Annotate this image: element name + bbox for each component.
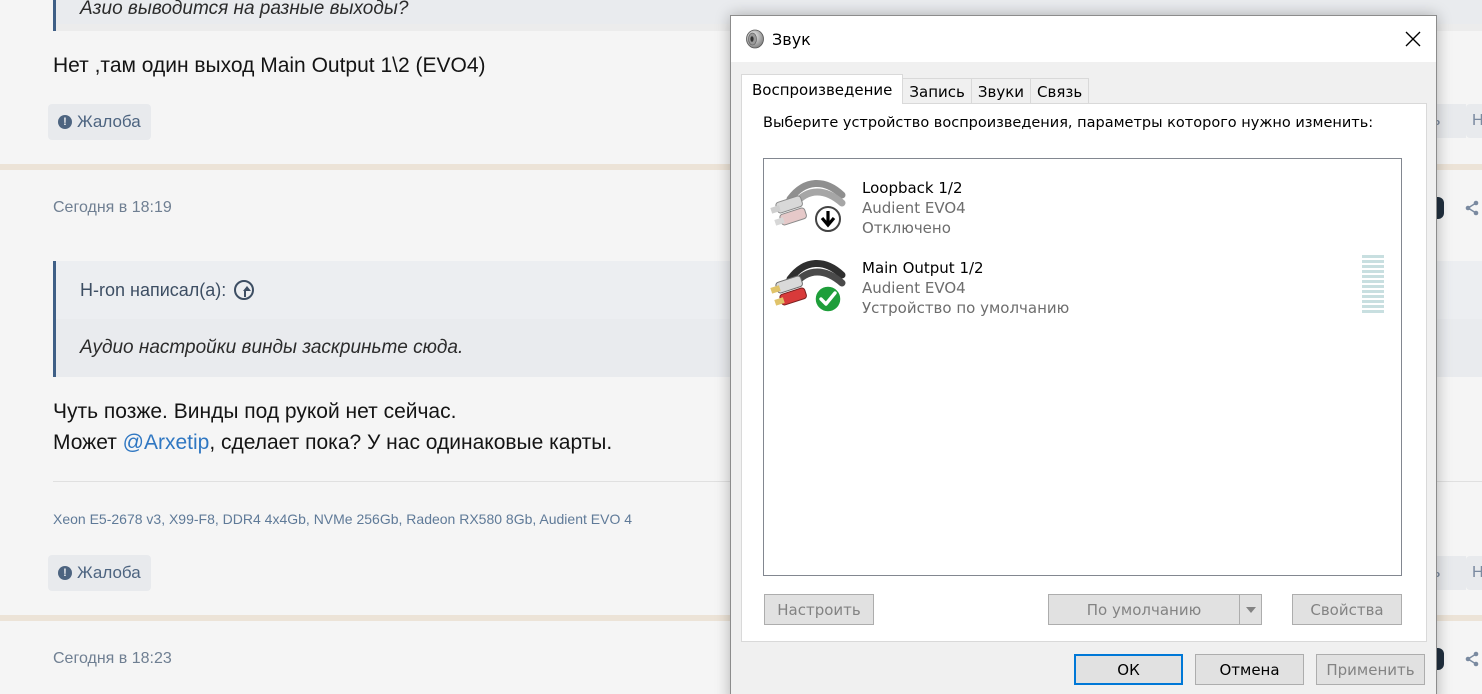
rca-cable-disabled-icon <box>770 180 846 232</box>
close-icon <box>1405 31 1421 47</box>
speaker-icon <box>746 29 764 49</box>
share-icon[interactable] <box>1464 200 1480 216</box>
tab-playback[interactable]: Воспроизведение <box>741 74 904 104</box>
panel-prompt: Выберите устройство воспроизведения, пар… <box>763 115 1374 131</box>
ok-button[interactable]: ОК <box>1074 654 1183 685</box>
warning-icon: ! <box>58 115 72 129</box>
right-action-button-2[interactable]: Н <box>1466 556 1482 590</box>
report-button[interactable]: ! Жалоба <box>48 555 151 591</box>
volume-level-meter <box>1362 255 1384 313</box>
warning-icon: ! <box>58 566 72 580</box>
close-button[interactable] <box>1390 16 1436 62</box>
properties-button[interactable]: Свойства <box>1292 594 1402 625</box>
configure-button[interactable]: Настроить <box>764 594 874 625</box>
post-date[interactable]: Сегодня в 18:23 <box>53 650 172 668</box>
dialog-tabs: Воспроизведение Запись Звуки Связь <box>741 74 1090 104</box>
device-name: Loopback 1/2 <box>862 179 963 197</box>
device-status: Устройство по умолчанию <box>862 299 1070 317</box>
device-status: Отключено <box>862 219 951 237</box>
signature: Xeon E5-2678 v3, X99-F8, DDR4 4x4Gb, NVM… <box>53 511 633 527</box>
cancel-button[interactable]: Отмена <box>1195 654 1304 685</box>
right-action-button-2[interactable]: Н <box>1466 104 1482 138</box>
post-message: Чуть позже. Винды под рукой нет сейчас. … <box>53 400 613 454</box>
tab-recording[interactable]: Запись <box>902 78 972 104</box>
tab-sounds[interactable]: Звуки <box>970 78 1032 104</box>
rca-cable-default-icon <box>770 260 846 313</box>
set-default-button[interactable]: По умолчанию <box>1048 594 1262 625</box>
device-list[interactable]: Loopback 1/2 Audient EVO4 Отключено Main… <box>763 158 1402 576</box>
sound-dialog: Звук Воспроизведение Запись Звуки Связь … <box>730 15 1437 694</box>
device-name: Main Output 1/2 <box>862 259 984 277</box>
apply-button[interactable]: Применить <box>1316 654 1425 685</box>
device-driver: Audient EVO4 <box>862 279 966 297</box>
device-item[interactable]: Main Output 1/2 Audient EVO4 Устройство … <box>764 245 1401 323</box>
chevron-down-icon <box>1245 606 1256 613</box>
tab-communications[interactable]: Связь <box>1030 78 1090 104</box>
report-button[interactable]: ! Жалоба <box>48 104 151 140</box>
user-mention-link[interactable]: @Arxetip <box>123 431 210 454</box>
post-date[interactable]: Сегодня в 18:19 <box>53 199 172 217</box>
device-item[interactable]: Loopback 1/2 Audient EVO4 Отключено <box>764 165 1401 243</box>
post-reply-text: Нет ,там один выход Main Output 1\2 (EVO… <box>53 54 486 77</box>
set-default-dropdown[interactable] <box>1239 595 1261 624</box>
device-driver: Audient EVO4 <box>862 199 966 217</box>
arrow-up-icon[interactable] <box>234 280 255 300</box>
playback-panel: Выберите устройство воспроизведения, пар… <box>741 103 1427 642</box>
share-icon[interactable] <box>1464 651 1480 667</box>
dialog-title: Звук <box>772 30 811 49</box>
dialog-titlebar[interactable]: Звук <box>731 16 1436 62</box>
